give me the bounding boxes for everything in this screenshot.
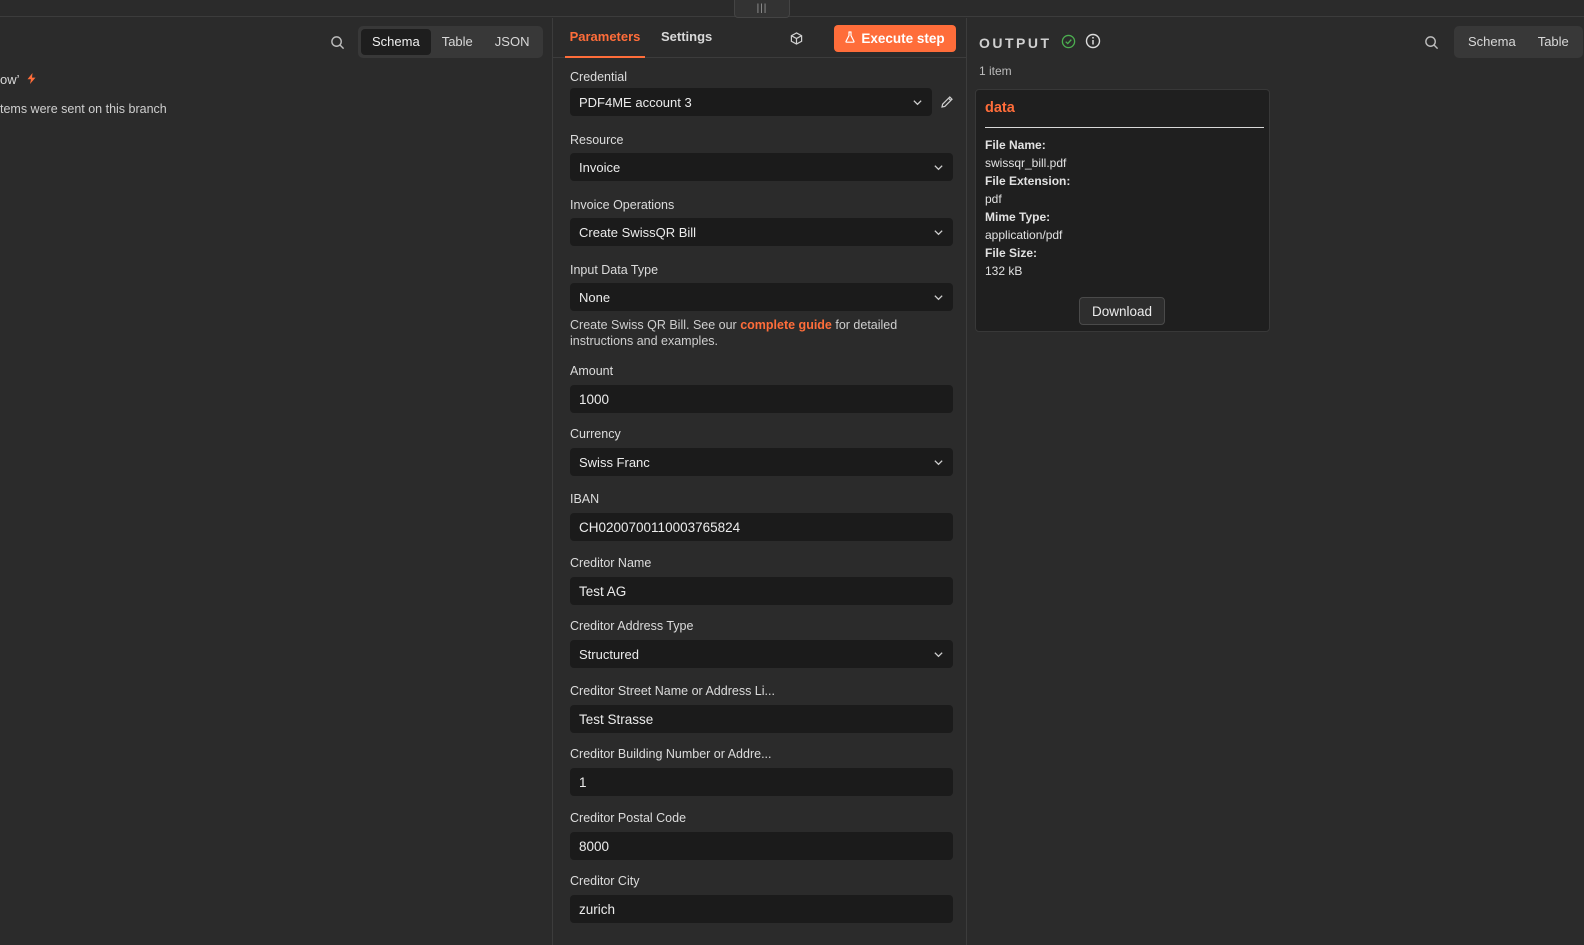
output-view-table[interactable]: Table [1527, 29, 1580, 55]
credential-select[interactable]: PDF4ME account 3 [570, 88, 932, 116]
chevron-down-icon [933, 291, 944, 306]
bolt-icon [27, 72, 36, 87]
input-view-json[interactable]: JSON [484, 29, 541, 55]
output-header: OUTPUT [979, 33, 1101, 52]
complete-guide-link[interactable]: complete guide [740, 318, 832, 332]
card-divider [985, 127, 1264, 128]
creditor-street-label: Creditor Street Name or Address Li... [570, 684, 775, 698]
binary-property-name: data [985, 100, 1015, 116]
trigger-node-text: ow’ [0, 72, 20, 87]
creditor-name-label: Creditor Name [570, 556, 652, 570]
file-size-value: 132 kB [985, 264, 1023, 278]
node-tab-bar: Parameters Settings Execute step [553, 18, 966, 58]
hint-text-before: Create Swiss QR Bill. See our [570, 318, 741, 332]
creditor-street-input[interactable]: Test Strasse [570, 705, 953, 733]
execute-step-label: Execute step [861, 31, 945, 46]
input-view-schema[interactable]: Schema [361, 29, 431, 55]
resource-select[interactable]: Invoice [570, 153, 953, 181]
check-circle-icon [1061, 34, 1076, 52]
info-icon[interactable] [1085, 33, 1101, 52]
trigger-node-label: ow’ [0, 72, 36, 87]
file-extension-value: pdf [985, 192, 1002, 206]
download-button[interactable]: Download [1079, 297, 1165, 325]
chevron-down-icon [912, 96, 923, 111]
creditor-building-input[interactable]: 1 [570, 768, 953, 796]
top-strip [0, 0, 1584, 17]
iban-label: IBAN [570, 492, 600, 506]
input-data-type-value: None [579, 289, 611, 305]
creditor-name-input[interactable]: Test AG [570, 577, 953, 605]
panel-drag-handle[interactable]: ||| [734, 0, 790, 18]
input-panel: Schema Table JSON ow’ tems were sent on … [0, 18, 552, 945]
operation-select[interactable]: Create SwissQR Bill [570, 218, 953, 246]
operation-label: Invoice Operations [570, 198, 675, 212]
creditor-address-type-label: Creditor Address Type [570, 619, 694, 633]
chevron-down-icon [933, 226, 944, 241]
creditor-postal-label: Creditor Postal Code [570, 811, 687, 825]
operation-value: Create SwissQR Bill [579, 224, 697, 240]
input-data-type-select[interactable]: None [570, 283, 953, 311]
input-view-table[interactable]: Table [431, 29, 484, 55]
creditor-postal-input[interactable]: 8000 [570, 832, 953, 860]
currency-select[interactable]: Swiss Franc [570, 448, 953, 476]
mime-type-value: application/pdf [985, 228, 1063, 242]
iban-input[interactable]: CH0200700110003765824 [570, 513, 953, 541]
swiss-qr-hint: Create Swiss QR Bill. See our complete g… [570, 317, 953, 349]
file-extension-key: File Extension: [985, 174, 1071, 188]
tab-parameters[interactable]: Parameters [565, 18, 645, 58]
chevron-down-icon [933, 456, 944, 471]
output-view-schema[interactable]: Schema [1457, 29, 1527, 55]
amount-label: Amount [570, 364, 614, 378]
credential-value: PDF4ME account 3 [579, 94, 692, 110]
chevron-down-icon [933, 648, 944, 663]
binary-data-card: data File Name: swissqr_bill.pdf File Ex… [975, 89, 1270, 332]
no-items-message: tems were sent on this branch [0, 102, 167, 116]
file-name-value: swissqr_bill.pdf [985, 156, 1067, 170]
creditor-city-label: Creditor City [570, 874, 640, 888]
creditor-address-type-value: Structured [579, 646, 639, 662]
output-panel: OUTPUT 1 item Schema Table data File Nam… [968, 18, 1584, 945]
edit-credential-pencil-icon[interactable] [938, 93, 956, 111]
execute-step-button[interactable]: Execute step [834, 25, 956, 52]
input-search-icon[interactable] [326, 31, 348, 53]
resource-label: Resource [570, 133, 624, 147]
file-size-key: File Size: [985, 246, 1038, 260]
output-item-count: 1 item [979, 64, 1012, 78]
tab-settings[interactable]: Settings [661, 18, 712, 58]
file-name-key: File Name: [985, 138, 1046, 152]
creditor-address-type-select[interactable]: Structured [570, 640, 953, 668]
flask-icon [845, 31, 855, 46]
credential-label: Credential [570, 70, 627, 84]
output-title: OUTPUT [979, 34, 1052, 51]
parameters-panel: Parameters Settings Execute step Credent… [552, 18, 967, 945]
currency-label: Currency [570, 427, 621, 441]
input-data-type-label: Input Data Type [570, 263, 659, 277]
cube-icon[interactable] [787, 29, 805, 47]
chevron-down-icon [933, 161, 944, 176]
input-view-toggle: Schema Table JSON [358, 26, 544, 58]
resource-value: Invoice [579, 159, 621, 175]
output-search-icon[interactable] [1420, 31, 1442, 53]
currency-value: Swiss Franc [579, 454, 650, 470]
creditor-city-input[interactable]: zurich [570, 895, 953, 923]
creditor-building-label: Creditor Building Number or Addre... [570, 747, 772, 761]
mime-type-key: Mime Type: [985, 210, 1051, 224]
amount-input[interactable]: 1000 [570, 385, 953, 413]
output-view-toggle: Schema Table [1454, 26, 1583, 58]
